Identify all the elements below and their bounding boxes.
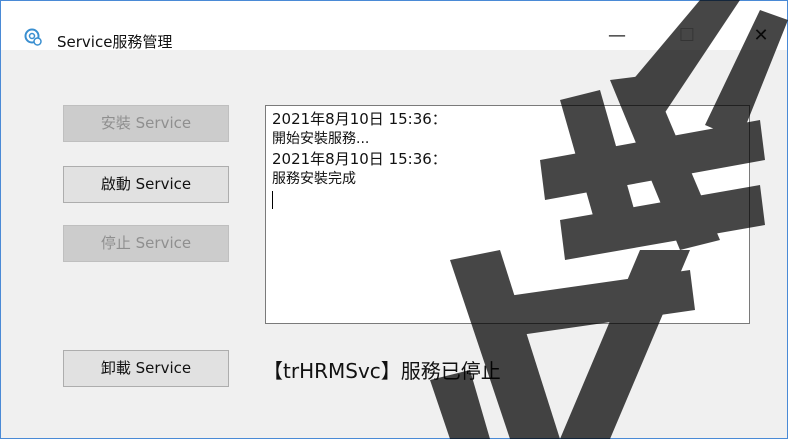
window-title: Service服務管理 bbox=[57, 33, 173, 51]
app-window: Service服務管理 — ☐ ✕ 安裝 Service 啟動 Service … bbox=[0, 0, 788, 439]
log-line: 2021年8月10日 15:36： bbox=[272, 150, 447, 168]
stop-service-button[interactable]: 停止 Service bbox=[63, 225, 229, 262]
log-line: 2021年8月10日 15:36： bbox=[272, 110, 447, 128]
title-bar[interactable]: Service服務管理 — ☐ ✕ bbox=[1, 1, 787, 51]
log-textbox[interactable]: 2021年8月10日 15:36： 開始安裝服務... 2021年8月10日 1… bbox=[265, 105, 750, 324]
minimize-button[interactable]: — bbox=[597, 21, 637, 51]
log-line: 服務安裝完成 bbox=[272, 171, 356, 187]
log-line: 開始安裝服務... bbox=[272, 131, 370, 147]
uninstall-service-button[interactable]: 卸載 Service bbox=[63, 350, 229, 387]
close-button[interactable]: ✕ bbox=[741, 21, 781, 51]
text-caret bbox=[272, 191, 273, 209]
start-service-button[interactable]: 啟動 Service bbox=[63, 166, 229, 203]
service-status-label: 【trHRMSvc】服務已停止 bbox=[263, 359, 501, 383]
gear-icon bbox=[24, 28, 42, 46]
install-service-button[interactable]: 安裝 Service bbox=[63, 105, 229, 142]
maximize-button[interactable]: ☐ bbox=[667, 21, 707, 51]
